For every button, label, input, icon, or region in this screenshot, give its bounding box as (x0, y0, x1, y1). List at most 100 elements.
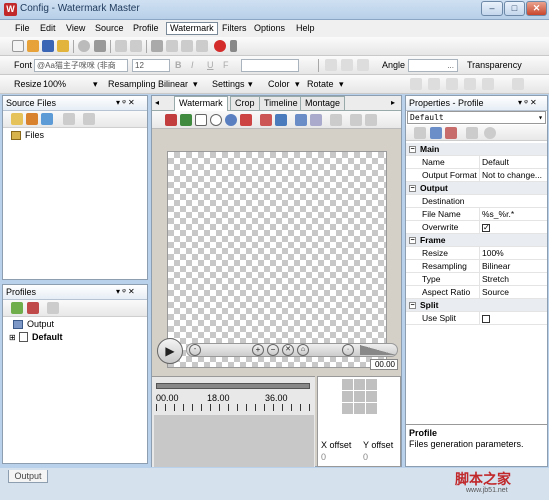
dropdown-arrow-icon[interactable]: ▾ (93, 79, 98, 90)
dropdown-arrow-icon[interactable]: ▾ (339, 79, 344, 90)
settings-button[interactable]: Settings (212, 79, 245, 89)
property-value[interactable]: Bilinear (479, 260, 547, 272)
category-frame[interactable]: − Frame (406, 234, 547, 247)
play-button[interactable]: ▶ (157, 338, 183, 364)
menu-watermark[interactable]: Watermark (166, 22, 218, 35)
category-main[interactable]: − Main (406, 143, 547, 156)
dropdown-arrow-icon[interactable]: ▾ (193, 79, 198, 90)
font-size-combo[interactable]: 12 (132, 59, 170, 72)
strike-icon[interactable]: F (223, 60, 229, 70)
shape-icon[interactable] (225, 114, 237, 126)
font-combo[interactable]: @Aa猫主子咪咪 (非商 (34, 59, 128, 72)
menu-view[interactable]: View (63, 22, 88, 35)
settings-icon[interactable] (310, 114, 322, 126)
grid-icon[interactable] (512, 78, 524, 90)
property-row[interactable]: Overwrite ✓ (406, 221, 547, 234)
undo-icon[interactable] (115, 40, 127, 52)
actual-size-icon[interactable]: ⌂ (297, 344, 309, 356)
property-value[interactable]: %s_%r.* (479, 208, 547, 220)
property-row[interactable]: Resampling Bilinear (406, 260, 547, 273)
property-row[interactable]: Output Format Not to change... (406, 169, 547, 182)
align-right-icon[interactable] (357, 59, 369, 71)
new-icon[interactable] (12, 40, 24, 52)
position-grid[interactable] (341, 379, 377, 415)
brightness-icon[interactable] (482, 78, 494, 90)
minus-icon[interactable]: - (189, 344, 201, 356)
property-row[interactable]: Type Stretch (406, 273, 547, 286)
collapse-icon[interactable]: − (409, 302, 416, 309)
print-icon[interactable] (94, 40, 106, 52)
cut-icon[interactable] (151, 40, 163, 52)
property-row[interactable]: Destination (406, 195, 547, 208)
dropdown-arrow-icon[interactable]: ▾ (538, 112, 543, 123)
y-offset-value[interactable]: 0 (363, 452, 368, 462)
paste-icon[interactable] (181, 40, 193, 52)
remove-icon[interactable] (63, 113, 75, 125)
stop-icon[interactable] (214, 40, 226, 52)
mirror-icon[interactable] (428, 78, 440, 90)
files-item[interactable]: Files (25, 130, 44, 140)
angle-field[interactable]: ... (408, 59, 458, 72)
menu-options[interactable]: Options (251, 22, 288, 35)
overwrite-checkbox[interactable]: ✓ (479, 221, 547, 233)
menu-file[interactable]: File (12, 22, 33, 35)
property-row[interactable]: Use Split (406, 312, 547, 325)
categorized-icon[interactable] (430, 127, 442, 139)
align-left-icon[interactable] (325, 59, 337, 71)
category-split[interactable]: − Split (406, 299, 547, 312)
add-folder-icon[interactable] (26, 113, 38, 125)
category-output[interactable]: − Output (406, 182, 547, 195)
delete-profile-icon[interactable] (47, 302, 59, 314)
property-row[interactable]: Resize 100% (406, 247, 547, 260)
save-all-icon[interactable] (57, 40, 69, 52)
italic-icon[interactable]: I (191, 60, 194, 70)
refresh-icon[interactable] (41, 113, 53, 125)
property-row[interactable]: File Name %s_%r.* (406, 208, 547, 221)
align-center-icon[interactable] (341, 59, 353, 71)
save-icon[interactable] (42, 40, 54, 52)
property-row[interactable]: Name Default (406, 156, 547, 169)
property-value[interactable]: Default (479, 156, 547, 168)
property-value[interactable]: Source (479, 286, 547, 298)
preview-icon[interactable] (295, 114, 307, 126)
add-file-icon[interactable] (11, 113, 23, 125)
output-item[interactable]: Output (27, 319, 54, 329)
ellipse-icon[interactable] (210, 114, 222, 126)
rotate-button[interactable]: Rotate (307, 79, 334, 89)
profile-selector[interactable]: Default ▾ (407, 111, 546, 124)
timeline-track[interactable] (154, 415, 314, 467)
timeline-scrub[interactable] (156, 383, 310, 389)
eraser-icon[interactable] (330, 114, 342, 126)
overflow-icon[interactable] (230, 40, 237, 52)
property-value[interactable]: Not to change... (479, 169, 547, 181)
use-split-checkbox[interactable] (479, 312, 547, 324)
collapse-icon[interactable]: − (409, 146, 416, 153)
bold-icon[interactable]: B (175, 60, 182, 70)
volume-slider[interactable] (360, 345, 396, 355)
layer-icon[interactable] (260, 114, 272, 126)
filter-icon[interactable] (466, 127, 478, 139)
flip-icon[interactable] (410, 78, 422, 90)
property-value[interactable]: Stretch (479, 273, 547, 285)
output-tab[interactable]: Output (8, 470, 48, 483)
options-icon[interactable] (484, 127, 496, 139)
zoom-out-icon[interactable]: − (267, 344, 279, 356)
rectangle-icon[interactable] (195, 114, 207, 126)
dropdown-arrow-icon[interactable]: ▾ (295, 79, 300, 90)
resize-value[interactable]: 100% (43, 79, 66, 89)
resampling-value[interactable]: Bilinear (158, 79, 188, 89)
underline-icon[interactable]: U (207, 60, 214, 70)
menu-edit[interactable]: Edit (37, 22, 59, 35)
pin-icon[interactable]: ▾ ᵠ ✕ (116, 96, 135, 110)
tab-watermark[interactable]: Watermark (174, 96, 228, 111)
tab-timeline[interactable]: Timeline (259, 96, 303, 110)
image-icon[interactable] (180, 114, 192, 126)
minimize-button[interactable]: – (481, 1, 503, 16)
edit-profile-icon[interactable] (27, 302, 39, 314)
layers-icon[interactable] (275, 114, 287, 126)
volume-icon[interactable]: · (342, 344, 354, 356)
property-row[interactable]: Aspect Ratio Source (406, 286, 547, 299)
expand-icon[interactable]: ⊞ (9, 333, 16, 342)
tab-montage[interactable]: Montage (300, 96, 346, 110)
collapse-icon[interactable]: − (409, 185, 416, 192)
